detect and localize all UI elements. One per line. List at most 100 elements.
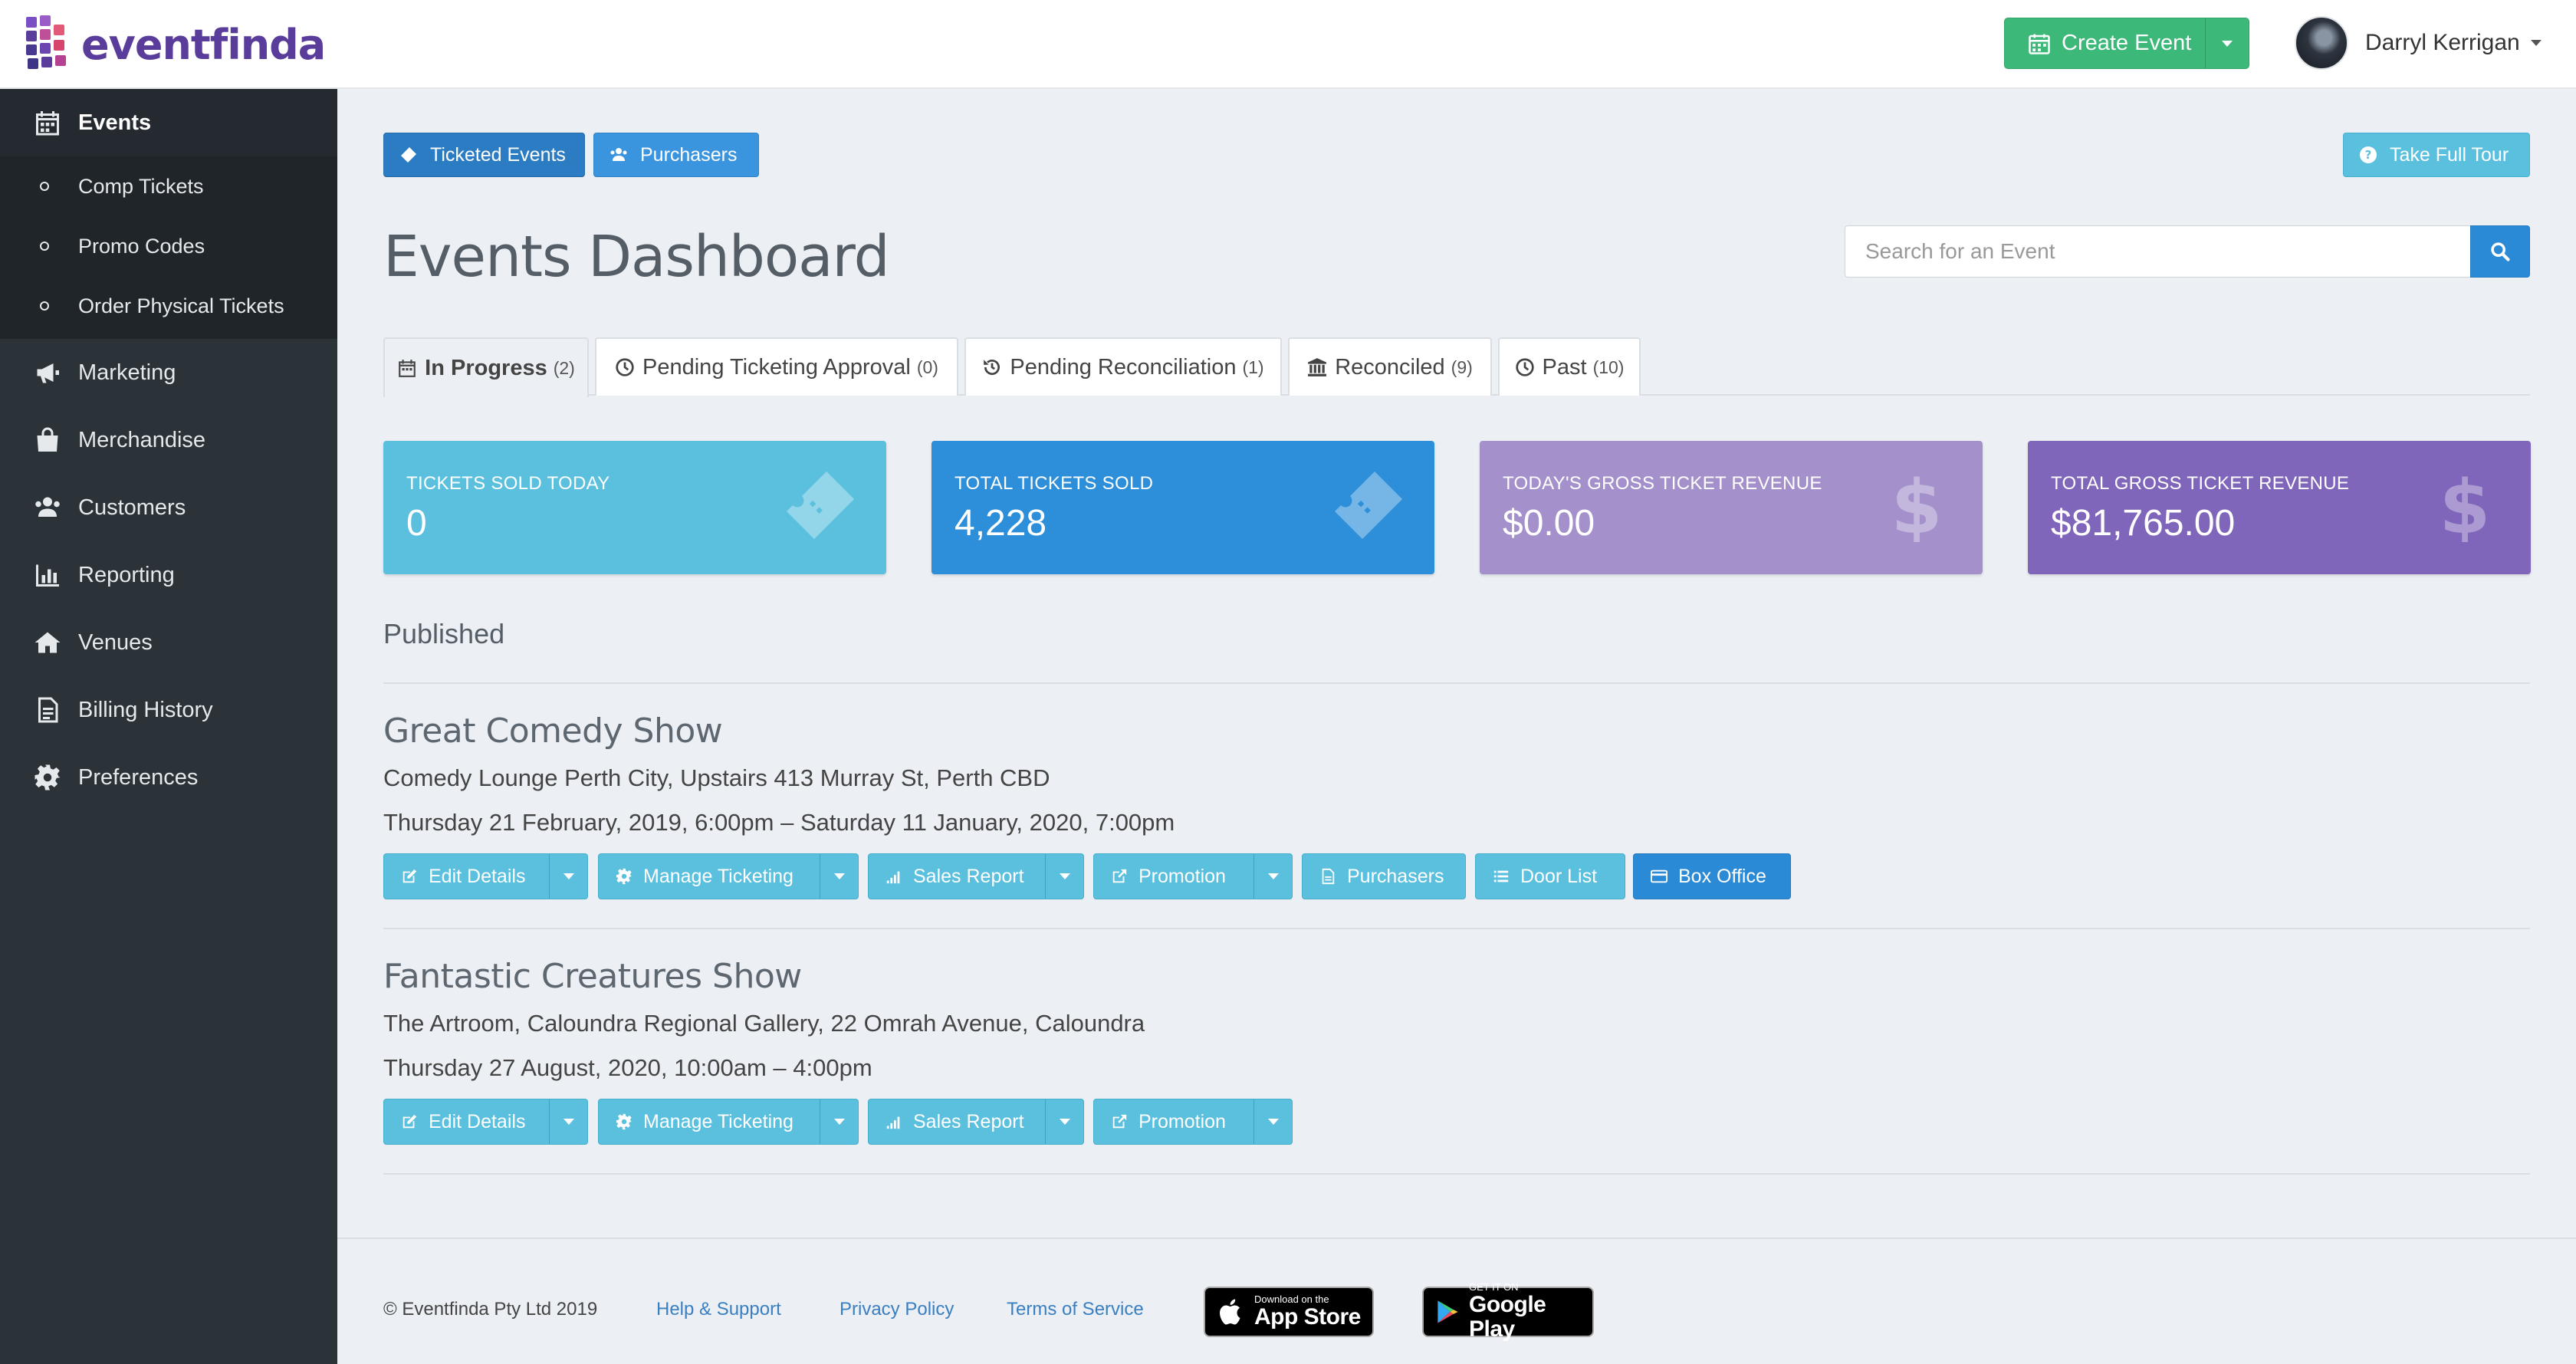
terms-of-service-link[interactable]: Terms of Service	[1007, 1299, 1144, 1320]
tab-past[interactable]: Past (10)	[1498, 337, 1641, 396]
edit-icon	[402, 1114, 417, 1129]
edit-details-dropdown[interactable]	[549, 1099, 587, 1144]
tab-pending-reconciliation[interactable]: Pending Reconciliation (1)	[964, 337, 1282, 396]
sidebar-item-venues[interactable]: Venues	[0, 609, 337, 676]
help-support-link[interactable]: Help & Support	[656, 1299, 781, 1320]
purchasers-event-button[interactable]: Purchasers	[1302, 853, 1466, 899]
sales-report-dropdown[interactable]	[1045, 1099, 1083, 1144]
eventfinda-logo[interactable]: eventfinda	[23, 12, 326, 77]
google-play-badge[interactable]: GET IT ON Google Play	[1422, 1282, 1594, 1342]
sidebar-item-customers[interactable]: Customers	[0, 474, 337, 541]
privacy-policy-link[interactable]: Privacy Policy	[840, 1299, 954, 1320]
promotion-dropdown[interactable]	[1254, 854, 1292, 899]
user-menu[interactable]: Darryl Kerrigan	[2295, 15, 2542, 71]
ticketed-events-button[interactable]: Ticketed Events	[383, 133, 585, 177]
sidebar-item-label: Events	[78, 110, 152, 135]
chevron-down-icon	[1267, 1119, 1279, 1125]
tab-pending-ticketing-approval[interactable]: Pending Ticketing Approval (0)	[595, 337, 958, 396]
sales-report-label: Sales Report	[913, 865, 1024, 887]
app-store-badge[interactable]: Download on the App Store	[1204, 1287, 1374, 1337]
subitem-label: Comp Tickets	[78, 174, 204, 198]
create-event-dropdown[interactable]	[2206, 40, 2249, 47]
stat-card-todays-gross-revenue: Today's Gross Ticket Revenue $0.00 $	[1480, 441, 1983, 574]
sidebar-item-label: Reporting	[78, 562, 175, 587]
event-venue: The Artroom, Caloundra Regional Gallery,…	[383, 1010, 1145, 1037]
door-list-button[interactable]: Door List	[1475, 853, 1625, 899]
event-actions: Edit Details Manage Ticketing Sales Repo…	[383, 1099, 2530, 1145]
tab-in-progress[interactable]: In Progress (2)	[383, 337, 589, 397]
chevron-down-icon[interactable]	[2530, 40, 2542, 46]
manage-ticketing-button[interactable]: Manage Ticketing	[598, 853, 859, 899]
sidebar-item-merchandise[interactable]: Merchandise	[0, 406, 337, 474]
tab-count: (0)	[916, 357, 938, 377]
signal-chart-icon	[886, 1116, 900, 1129]
avatar[interactable]	[2295, 16, 2348, 70]
divider	[383, 928, 2530, 929]
sidebar-item-label: Marketing	[78, 360, 176, 385]
chevron-down-icon	[833, 873, 845, 879]
stat-card-total-tickets-sold: Total Tickets Sold 4,228	[932, 441, 1434, 574]
tab-count: (9)	[1451, 357, 1473, 377]
purchasers-event-label: Purchasers	[1347, 865, 1444, 887]
bullet-icon	[40, 242, 49, 251]
edit-details-button[interactable]: Edit Details	[383, 1099, 588, 1145]
box-office-button[interactable]: Box Office	[1633, 853, 1791, 899]
promotion-dropdown[interactable]	[1254, 1099, 1292, 1144]
signal-chart-icon	[886, 871, 900, 884]
manage-ticketing-dropdown[interactable]	[820, 1099, 858, 1144]
tab-reconciled[interactable]: Reconciled (9)	[1288, 337, 1492, 396]
sidebar-item-preferences[interactable]: Preferences	[0, 744, 337, 811]
edit-details-button[interactable]: Edit Details	[383, 853, 588, 899]
apple-icon	[1220, 1299, 1240, 1325]
bank-icon	[1308, 358, 1327, 376]
box-office-label: Box Office	[1678, 865, 1766, 887]
create-event-label: Create Event	[2062, 31, 2192, 55]
tab-count: (1)	[1242, 357, 1264, 377]
event-item: Fantastic Creatures Show The Artroom, Ca…	[383, 957, 2530, 1145]
sidebar-item-reporting[interactable]: Reporting	[0, 541, 337, 609]
stat-card-total-gross-revenue: Total Gross Ticket Revenue $81,765.00 $	[2028, 441, 2531, 574]
chevron-down-icon	[563, 873, 574, 879]
app-store-small-text: Download on the	[1254, 1293, 1329, 1305]
svg-text:$: $	[1891, 468, 1943, 542]
edit-details-dropdown[interactable]	[549, 854, 587, 899]
sales-report-button[interactable]: Sales Report	[868, 1099, 1084, 1145]
dollar-icon: $	[2440, 468, 2491, 542]
event-title[interactable]: Great Comedy Show	[383, 712, 2530, 751]
megaphone-icon	[32, 357, 63, 388]
chevron-down-icon	[2222, 40, 2233, 47]
stat-card-tickets-sold-today: Tickets Sold Today 0	[383, 441, 886, 574]
create-event-button[interactable]: Create Event	[2004, 18, 2249, 69]
calendar-icon	[32, 107, 63, 138]
search-input[interactable]	[1845, 225, 2470, 278]
sidebar-item-label: Preferences	[78, 764, 199, 790]
promotion-button[interactable]: Promotion	[1093, 853, 1293, 899]
sidebar-subitem-order-physical-tickets[interactable]: Order Physical Tickets	[0, 276, 337, 336]
sales-report-button[interactable]: Sales Report	[868, 853, 1084, 899]
user-name[interactable]: Darryl Kerrigan	[2365, 30, 2520, 56]
sidebar-item-billing-history[interactable]: Billing History	[0, 676, 337, 744]
tab-label: Reconciled	[1335, 354, 1445, 380]
google-play-icon	[1438, 1300, 1458, 1323]
manage-ticketing-button[interactable]: Manage Ticketing	[598, 1099, 859, 1145]
tab-count: (2)	[553, 357, 575, 378]
sidebar-item-events[interactable]: Events	[0, 89, 337, 156]
sales-report-dropdown[interactable]	[1045, 854, 1083, 899]
purchasers-button[interactable]: Purchasers	[593, 133, 759, 177]
sidebar-subitem-promo-codes[interactable]: Promo Codes	[0, 216, 337, 276]
divider	[383, 1173, 2530, 1175]
sidebar-item-marketing[interactable]: Marketing	[0, 339, 337, 406]
event-title[interactable]: Fantastic Creatures Show	[383, 957, 2530, 996]
create-event-main[interactable]: Create Event	[2005, 18, 2206, 68]
promotion-button[interactable]: Promotion	[1093, 1099, 1293, 1145]
sidebar-subitem-comp-tickets[interactable]: Comp Tickets	[0, 156, 337, 216]
search-button[interactable]	[2470, 225, 2530, 278]
manage-ticketing-dropdown[interactable]	[820, 854, 858, 899]
event-venue: Comedy Lounge Perth City, Upstairs 413 M…	[383, 764, 1050, 791]
sidebar-item-label: Billing History	[78, 697, 213, 722]
tab-count: (10)	[1592, 357, 1625, 377]
subitem-label: Promo Codes	[78, 234, 205, 258]
gear-icon	[32, 762, 63, 793]
ticketed-events-label: Ticketed Events	[430, 143, 566, 166]
take-full-tour-button[interactable]: ? Take Full Tour	[2343, 133, 2530, 177]
